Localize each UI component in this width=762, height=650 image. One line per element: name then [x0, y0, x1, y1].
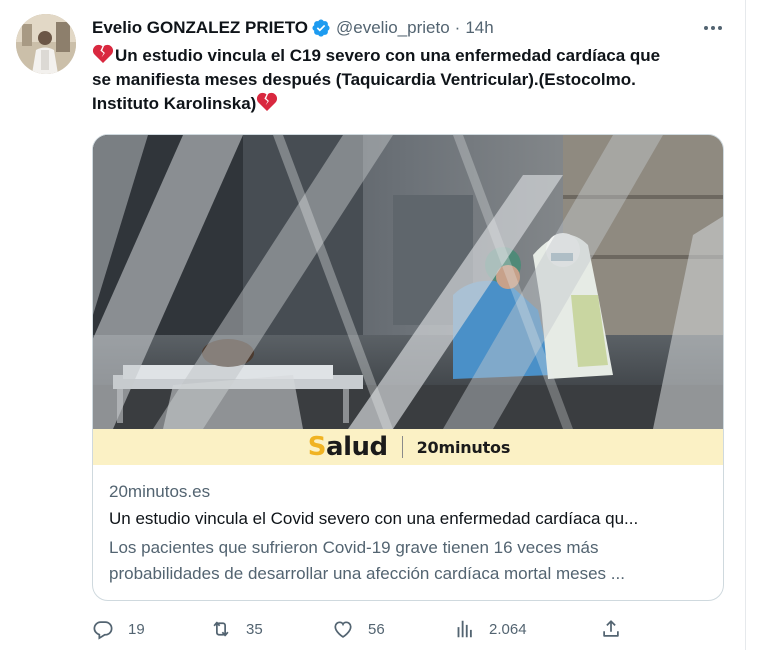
reply-count: 19 — [128, 620, 145, 638]
link-card[interactable]: Salud 20minutos 20minutos.es Un estudio … — [92, 134, 724, 601]
tweet-header: Evelio GONZALEZ PRIETO @evelio_prieto · … — [92, 16, 494, 40]
tweet-text-content-3: Instituto Karolinska) — [92, 94, 257, 113]
reply-icon — [93, 621, 113, 640]
view-count: 2.064 — [489, 620, 527, 638]
banner-salud-rest: alud — [326, 432, 388, 462]
views-icon — [457, 620, 472, 638]
views-button[interactable]: 2.064 — [453, 616, 527, 642]
card-title: Un estudio vincula el Covid severo con u… — [109, 509, 639, 528]
broken-heart-icon — [256, 92, 278, 112]
tweet-text-content-1: Un estudio vincula el C19 severo con una… — [115, 46, 661, 65]
card-domain: 20minutos.es — [109, 482, 211, 501]
separator-dot: · — [454, 18, 461, 37]
tweet-text-line-1: Un estudio vincula el C19 severo con una… — [92, 44, 732, 68]
avatar[interactable] — [16, 14, 76, 74]
banner-divider — [401, 436, 403, 458]
tweet[interactable]: Evelio GONZALEZ PRIETO @evelio_prieto · … — [0, 0, 745, 650]
banner-section-label: Salud — [308, 432, 388, 462]
verified-badge-icon — [311, 18, 331, 38]
retweet-count: 35 — [246, 620, 263, 638]
author-handle[interactable]: @evelio_prieto — [336, 18, 450, 38]
card-description: Los pacientes que sufrieron Covid-19 gra… — [109, 535, 709, 587]
share-icon — [603, 620, 619, 637]
tweet-text-line-3: Instituto Karolinska) — [92, 92, 732, 116]
banner-salud-initial: S — [307, 432, 327, 462]
tweet-text-line-2: se manifiesta meses después (Taquicardia… — [92, 70, 636, 89]
share-button[interactable] — [600, 616, 622, 642]
retweet-icon — [213, 621, 229, 637]
tweet-time[interactable]: 14h — [465, 18, 493, 38]
more-icon[interactable] — [700, 16, 726, 40]
card-meta[interactable]: 20minutos.es Un estudio vincula el Covid… — [109, 480, 709, 587]
author-name[interactable]: Evelio GONZALEZ PRIETO — [92, 18, 308, 38]
heart-icon — [334, 621, 352, 638]
avatar-photo — [16, 14, 76, 74]
banner-brand: 20minutos — [416, 437, 511, 457]
like-count: 56 — [368, 620, 385, 638]
like-button[interactable]: 56 — [332, 616, 385, 642]
retweet-button[interactable]: 35 — [210, 616, 263, 642]
card-description-line-2: probabilidades de desarrollar una afecci… — [109, 564, 625, 583]
card-description-line-1: Los pacientes que sufrieron Covid-19 gra… — [109, 538, 599, 557]
tweet-actions: 19 35 56 2.064 — [92, 616, 632, 642]
reply-button[interactable]: 19 — [92, 616, 145, 642]
card-banner: Salud 20minutos — [93, 429, 723, 465]
tweet-text: Un estudio vincula el C19 severo con una… — [92, 44, 732, 116]
card-image[interactable] — [93, 135, 723, 429]
broken-heart-icon — [92, 44, 114, 64]
timeline-border — [745, 0, 746, 650]
